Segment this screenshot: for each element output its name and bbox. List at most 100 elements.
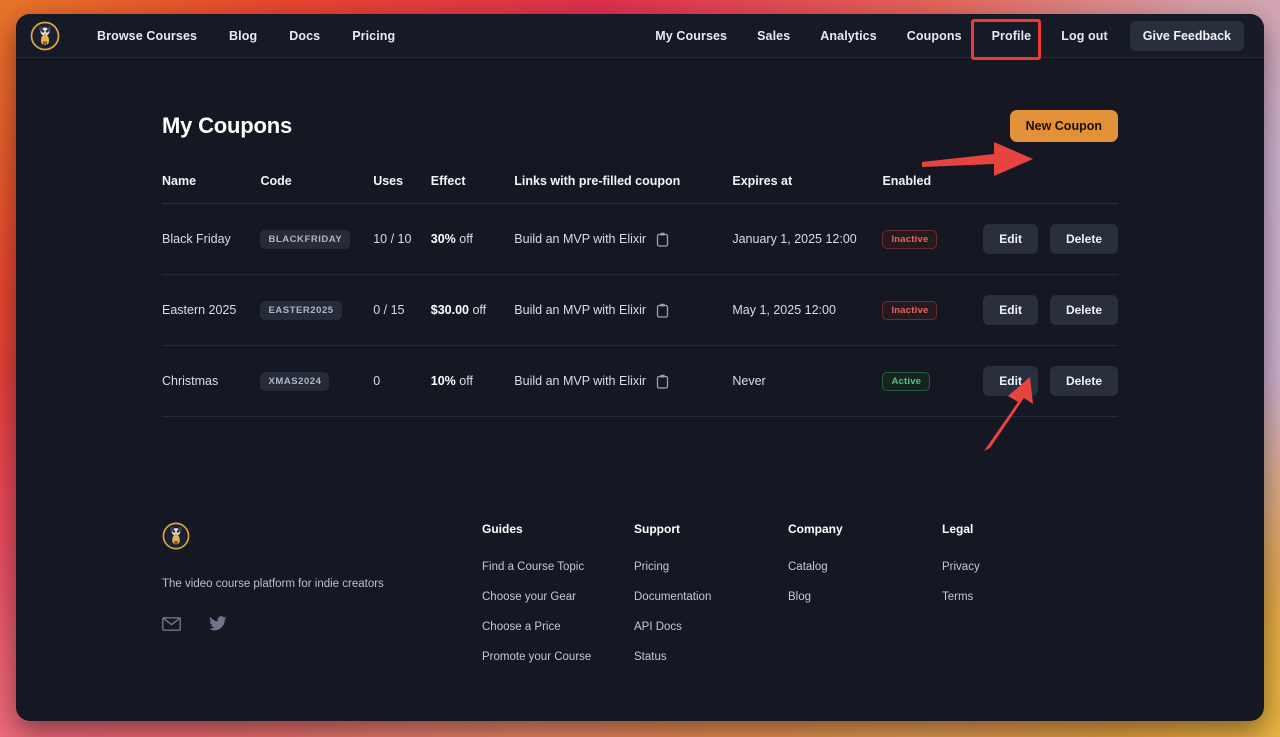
nav-link-analytics[interactable]: Analytics (812, 23, 884, 49)
footer-column-company: Company Catalog Blog (788, 522, 942, 681)
cell-actions: Edit Delete (971, 204, 1118, 275)
footer-link[interactable]: API Docs (634, 621, 788, 633)
nav-right-group: My Courses Sales Analytics Coupons Profi… (647, 21, 1244, 51)
cell-actions: Edit Delete (971, 346, 1118, 417)
table-row: Eastern 2025 EASTER2025 0 / 15 $30.00 of… (162, 275, 1118, 346)
cell-link: Build an MVP with Elixir (514, 275, 732, 346)
delete-button[interactable]: Delete (1050, 366, 1118, 396)
effect-suffix: off (459, 232, 473, 246)
footer-link[interactable]: Blog (788, 591, 942, 603)
cell-enabled: Inactive (882, 204, 970, 275)
nav-link-coupons[interactable]: Coupons (899, 23, 970, 49)
cell-link: Build an MVP with Elixir (514, 204, 732, 275)
cell-enabled: Inactive (882, 275, 970, 346)
coupon-code-chip[interactable]: BLACKFRIDAY (260, 230, 350, 249)
give-feedback-button[interactable]: Give Feedback (1130, 21, 1244, 51)
cell-name: Eastern 2025 (162, 275, 260, 346)
delete-button[interactable]: Delete (1050, 224, 1118, 254)
column-header-links: Links with pre-filled coupon (514, 174, 732, 204)
cell-enabled: Active (882, 346, 970, 417)
footer-link[interactable]: Privacy (942, 561, 1096, 573)
nav-link-pricing[interactable]: Pricing (343, 23, 404, 49)
column-header-code: Code (260, 174, 373, 204)
main-content: My Coupons New Coupon Name Code Uses Eff… (16, 58, 1264, 417)
cell-code: EASTER2025 (260, 275, 373, 346)
column-header-actions (971, 174, 1118, 204)
cell-effect: $30.00 off (431, 275, 515, 346)
nav-link-log-out[interactable]: Log out (1053, 23, 1116, 49)
footer-column-legal: Legal Privacy Terms (942, 522, 1096, 681)
table-head: Name Code Uses Effect Links with pre-fil… (162, 174, 1118, 204)
cell-expires: May 1, 2025 12:00 (732, 275, 882, 346)
footer-column-guides: Guides Find a Course Topic Choose your G… (482, 522, 634, 681)
footer-link[interactable]: Catalog (788, 561, 942, 573)
coupon-code-chip[interactable]: XMAS2024 (260, 372, 329, 391)
nav-link-profile[interactable]: Profile (984, 23, 1040, 49)
cell-effect: 30% off (431, 204, 515, 275)
meerkat-logo-icon[interactable] (162, 522, 190, 550)
cell-code: BLACKFRIDAY (260, 204, 373, 275)
footer-link[interactable]: Choose a Price (482, 621, 634, 633)
footer-tagline: The video course platform for indie crea… (162, 578, 482, 590)
effect-amount: $30.00 (431, 303, 469, 317)
twitter-icon[interactable] (209, 616, 227, 631)
table-body: Black Friday BLACKFRIDAY 10 / 10 30% off… (162, 204, 1118, 417)
new-coupon-button[interactable]: New Coupon (1010, 110, 1118, 142)
footer-link[interactable]: Promote your Course (482, 651, 634, 663)
edit-button[interactable]: Edit (983, 295, 1038, 325)
footer-column-title: Guides (482, 522, 634, 536)
clipboard-icon[interactable] (656, 303, 669, 318)
cell-uses: 0 / 15 (373, 275, 431, 346)
cell-uses: 10 / 10 (373, 204, 431, 275)
delete-button[interactable]: Delete (1050, 295, 1118, 325)
clipboard-icon[interactable] (656, 374, 669, 389)
top-navbar: Browse Courses Blog Docs Pricing My Cour… (16, 14, 1264, 58)
email-icon[interactable] (162, 617, 181, 631)
footer-link[interactable]: Terms (942, 591, 1096, 603)
status-badge: Inactive (882, 301, 937, 320)
effect-amount: 10% (431, 374, 456, 388)
prefilled-link-text[interactable]: Build an MVP with Elixir (514, 303, 646, 317)
nav-link-browse-courses[interactable]: Browse Courses (88, 23, 206, 49)
footer-link[interactable]: Pricing (634, 561, 788, 573)
cell-actions: Edit Delete (971, 275, 1118, 346)
footer-link[interactable]: Status (634, 651, 788, 663)
browser-window: Browse Courses Blog Docs Pricing My Cour… (16, 14, 1264, 721)
cell-name: Christmas (162, 346, 260, 417)
footer-column-title: Company (788, 522, 942, 536)
footer-link[interactable]: Find a Course Topic (482, 561, 634, 573)
page-header: My Coupons New Coupon (162, 110, 1118, 142)
table-row: Black Friday BLACKFRIDAY 10 / 10 30% off… (162, 204, 1118, 275)
prefilled-link-text[interactable]: Build an MVP with Elixir (514, 374, 646, 388)
table-header-row: Name Code Uses Effect Links with pre-fil… (162, 174, 1118, 204)
cell-effect: 10% off (431, 346, 515, 417)
coupon-code-chip[interactable]: EASTER2025 (260, 301, 341, 320)
nav-link-docs[interactable]: Docs (280, 23, 329, 49)
footer-column-title: Support (634, 522, 788, 536)
edit-button[interactable]: Edit (983, 366, 1038, 396)
nav-link-sales[interactable]: Sales (749, 23, 798, 49)
meerkat-logo-icon[interactable] (30, 21, 60, 51)
effect-suffix: off (459, 374, 473, 388)
column-header-enabled: Enabled (882, 174, 970, 204)
nav-link-blog[interactable]: Blog (220, 23, 266, 49)
footer-link[interactable]: Choose your Gear (482, 591, 634, 603)
edit-button[interactable]: Edit (983, 224, 1038, 254)
prefilled-link-text[interactable]: Build an MVP with Elixir (514, 232, 646, 246)
nav-link-my-courses[interactable]: My Courses (647, 23, 735, 49)
footer-link[interactable]: Documentation (634, 591, 788, 603)
cell-expires: January 1, 2025 12:00 (732, 204, 882, 275)
status-badge: Inactive (882, 230, 937, 249)
clipboard-icon[interactable] (656, 232, 669, 247)
column-header-uses: Uses (373, 174, 431, 204)
effect-amount: 30% (431, 232, 456, 246)
social-links (162, 616, 482, 631)
page-footer: The video course platform for indie crea… (16, 522, 1264, 681)
cell-name: Black Friday (162, 204, 260, 275)
cell-link: Build an MVP with Elixir (514, 346, 732, 417)
cell-code: XMAS2024 (260, 346, 373, 417)
effect-suffix: off (472, 303, 486, 317)
status-badge: Active (882, 372, 930, 391)
page-title: My Coupons (162, 113, 292, 139)
coupons-table: Name Code Uses Effect Links with pre-fil… (162, 174, 1118, 417)
